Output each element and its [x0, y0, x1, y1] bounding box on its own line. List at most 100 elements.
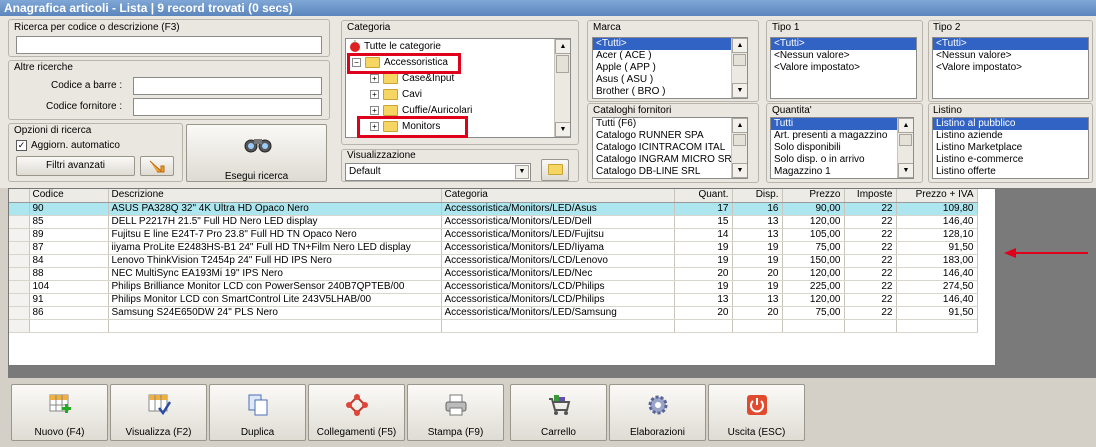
- scroll-thumb[interactable]: [899, 134, 912, 146]
- list-item[interactable]: Art. presenti a magazzino: [771, 130, 913, 142]
- tree-node-case-input[interactable]: + Case&Input: [370, 72, 454, 86]
- column-header[interactable]: Prezzo: [782, 189, 845, 203]
- list-item[interactable]: <Tutti>: [771, 38, 916, 50]
- list-item[interactable]: <Nessun valore>: [771, 50, 916, 62]
- list-item[interactable]: Catalogo ICINTRACOM ITAL: [593, 142, 747, 154]
- row-indicator[interactable]: [9, 267, 30, 281]
- list-item[interactable]: Listino aziende: [933, 130, 1088, 142]
- search-input[interactable]: [16, 36, 322, 54]
- price-list-list[interactable]: Listino al pubblico Listino aziende List…: [932, 117, 1089, 179]
- list-item[interactable]: <Tutti>: [933, 38, 1088, 50]
- list-item[interactable]: Catalogo INGRAM MICRO SRL: [593, 154, 747, 166]
- tipo1-list[interactable]: <Tutti> <Nessun valore> <Valore impostat…: [770, 37, 917, 99]
- run-search-button[interactable]: Esegui ricerca: [186, 124, 327, 182]
- table-row[interactable]: 86 Samsung S24E650DW 24" PLS Nero Accessor…: [9, 306, 978, 320]
- row-indicator[interactable]: [9, 280, 30, 294]
- scroll-up-icon[interactable]: ▲: [898, 118, 913, 133]
- list-item[interactable]: <Valore impostato>: [933, 62, 1088, 74]
- chevron-down-icon[interactable]: ▼: [515, 165, 529, 179]
- list-item[interactable]: <Valore impostato>: [771, 62, 916, 74]
- articles-table[interactable]: Codice Descrizione Categoria Quant. Disp…: [8, 188, 996, 366]
- list-item[interactable]: Brother ( BRO ): [593, 86, 747, 98]
- table-row[interactable]: 84 Lenovo ThinkVision T2454p 24" Full HD …: [9, 254, 978, 268]
- tree-node-cavi[interactable]: + Cavi: [370, 88, 422, 102]
- tipo2-list[interactable]: <Tutti> <Nessun valore> <Valore impostat…: [932, 37, 1089, 99]
- row-indicator[interactable]: [9, 241, 30, 255]
- expand-icon[interactable]: +: [370, 105, 379, 115]
- row-indicator[interactable]: [9, 215, 30, 229]
- row-indicator[interactable]: [9, 306, 30, 320]
- list-item[interactable]: Apple ( APP ): [593, 62, 747, 74]
- list-item[interactable]: Listino offerte: [933, 166, 1088, 178]
- list-item[interactable]: Solo disponibili: [771, 142, 913, 154]
- list-item[interactable]: Listino al pubblico: [933, 118, 1088, 130]
- cart-button[interactable]: Carrello: [510, 384, 607, 441]
- list-item[interactable]: <Tutti>: [593, 38, 747, 50]
- filter-arrow-button[interactable]: [140, 156, 174, 176]
- list-item[interactable]: <Nessun valore>: [933, 50, 1088, 62]
- list-item[interactable]: Solo disp. o in arrivo: [771, 154, 913, 166]
- quantity-scrollbar[interactable]: ▲ ▼: [897, 118, 913, 178]
- duplicate-button[interactable]: Duplica: [209, 384, 306, 441]
- list-item[interactable]: Catalogo RUNNER SPA: [593, 130, 747, 142]
- column-header[interactable]: Quant.: [674, 189, 733, 203]
- row-indicator[interactable]: [9, 293, 30, 307]
- exit-button[interactable]: Uscita (ESC): [708, 384, 805, 441]
- new-button[interactable]: Nuovo (F4): [11, 384, 108, 441]
- table-row[interactable]: 88 NEC MultiSync EA193Mi 19" IPS Nero Acce…: [9, 267, 978, 281]
- expand-icon[interactable]: +: [370, 89, 379, 99]
- list-item[interactable]: Listino Marketplace: [933, 142, 1088, 154]
- table-row[interactable]: 104 Philips Brilliance Monitor LCD con Po…: [9, 280, 978, 294]
- advanced-filters-button[interactable]: Filtri avanzati: [16, 156, 135, 176]
- table-row[interactable]: 87 iiyama ProLite E2483HS-B1 24" Full HD …: [9, 241, 978, 255]
- scroll-thumb[interactable]: [556, 55, 569, 73]
- quantity-list[interactable]: Tutti Art. presenti a magazzino Solo dis…: [770, 117, 914, 179]
- list-item[interactable]: Acer ( ACE ): [593, 50, 747, 62]
- scroll-down-icon[interactable]: ▼: [555, 122, 570, 137]
- scroll-thumb[interactable]: [733, 134, 746, 146]
- processing-button[interactable]: Elaborazioni: [609, 384, 706, 441]
- row-indicator[interactable]: [9, 228, 30, 242]
- scroll-down-icon[interactable]: ▼: [732, 83, 747, 98]
- table-row[interactable]: 85 DELL P2217H 21.5" Full HD Nero LED dis…: [9, 215, 978, 229]
- auto-update-checkbox[interactable]: ✓: [16, 140, 27, 151]
- row-indicator[interactable]: [9, 254, 30, 268]
- scroll-up-icon[interactable]: ▲: [732, 38, 747, 53]
- column-header[interactable]: Prezzo + IVA: [896, 189, 978, 203]
- list-item[interactable]: Listino e-commerce: [933, 154, 1088, 166]
- barcode-input[interactable]: [133, 77, 322, 95]
- scroll-up-icon[interactable]: ▲: [732, 118, 747, 133]
- column-header[interactable]: Descrizione: [108, 189, 442, 203]
- column-header[interactable]: Categoria: [441, 189, 675, 203]
- list-item[interactable]: Magazzino 1: [771, 166, 913, 178]
- articles-grid[interactable]: Codice Descrizione Categoria Quant. Disp…: [9, 189, 978, 333]
- links-button[interactable]: Collegamenti (F5): [308, 384, 405, 441]
- column-header[interactable]: Imposte: [844, 189, 897, 203]
- scroll-down-icon[interactable]: ▼: [732, 163, 747, 178]
- list-item[interactable]: Tutti: [771, 118, 913, 130]
- list-item[interactable]: Catalogo DB-LINE SRL: [593, 166, 747, 178]
- tree-root[interactable]: Tutte le categorie: [349, 40, 441, 54]
- column-header[interactable]: Disp.: [732, 189, 783, 203]
- brand-scrollbar[interactable]: ▲ ▼: [731, 38, 747, 98]
- print-button[interactable]: Stampa (F9): [407, 384, 504, 441]
- table-row[interactable]: 91 Philips Monitor LCD con SmartControl L…: [9, 293, 978, 307]
- scroll-down-icon[interactable]: ▼: [898, 163, 913, 178]
- supplier-code-input[interactable]: [133, 98, 322, 116]
- list-item[interactable]: Tutti (F6): [593, 118, 747, 130]
- catalogs-list[interactable]: Tutti (F6) Catalogo RUNNER SPA Catalogo …: [592, 117, 748, 179]
- expand-icon[interactable]: +: [370, 73, 379, 83]
- table-row[interactable]: 90 ASUS PA328Q 32" 4K Ultra HD Opaco Nero…: [9, 202, 978, 216]
- brand-list[interactable]: <Tutti> Acer ( ACE ) Apple ( APP ) Asus …: [592, 37, 748, 99]
- scroll-thumb[interactable]: [733, 54, 746, 66]
- view-button[interactable]: Visualizza (F2): [110, 384, 207, 441]
- table-row[interactable]: 89 Fujitsu E line E24T-7 Pro 23.8" Full H…: [9, 228, 978, 242]
- list-item[interactable]: Asus ( ASU ): [593, 74, 747, 86]
- row-indicator[interactable]: [9, 202, 30, 216]
- catalogs-scrollbar[interactable]: ▲ ▼: [731, 118, 747, 178]
- column-header[interactable]: Codice: [29, 189, 109, 203]
- scroll-up-icon[interactable]: ▲: [555, 39, 570, 54]
- visualizzazione-select[interactable]: Default ▼: [345, 163, 531, 181]
- category-scrollbar[interactable]: ▲ ▼: [554, 39, 570, 137]
- open-folder-button[interactable]: [541, 159, 569, 181]
